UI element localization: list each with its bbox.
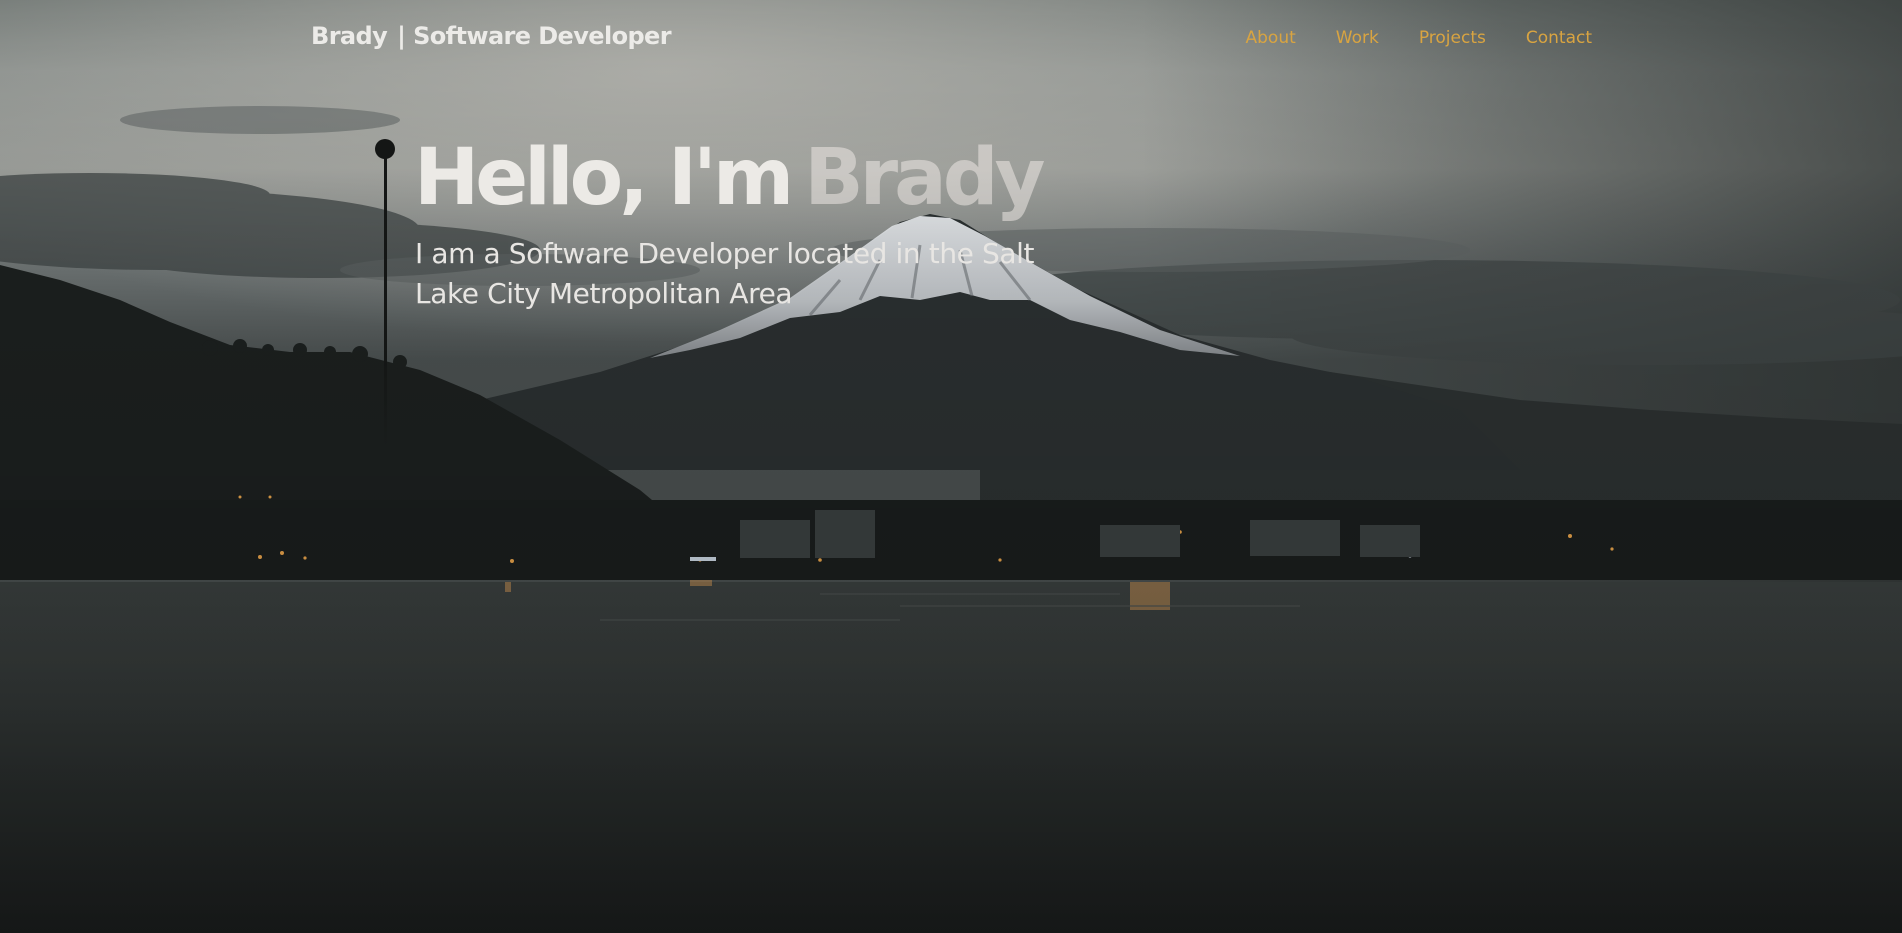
nav-link-work[interactable]: Work [1336,28,1379,48]
hero-timeline-decoration [375,139,395,459]
hero-subtitle: I am a Software Developer located in the… [415,237,1035,310]
site-header: Brady | Software Developer About Work Pro… [0,0,1902,80]
hero-name: Brady [804,133,1045,223]
site-logo[interactable]: Brady | Software Developer [311,22,672,50]
main-nav: About Work Projects Contact [1206,28,1593,48]
nav-link-contact[interactable]: Contact [1526,28,1592,48]
hero-heading: Hello, I'm Brady [414,128,1045,228]
hero-greeting: Hello, I'm [414,133,794,223]
brand-separator: | [397,22,406,50]
nav-link-projects[interactable]: Projects [1419,28,1486,48]
brand-title: Software Developer [413,22,671,50]
timeline-line [383,149,387,449]
portfolio-page: Brady | Software Developer About Work Pro… [0,0,1902,933]
nav-link-about[interactable]: About [1246,28,1296,48]
brand-name: Brady [311,22,388,50]
